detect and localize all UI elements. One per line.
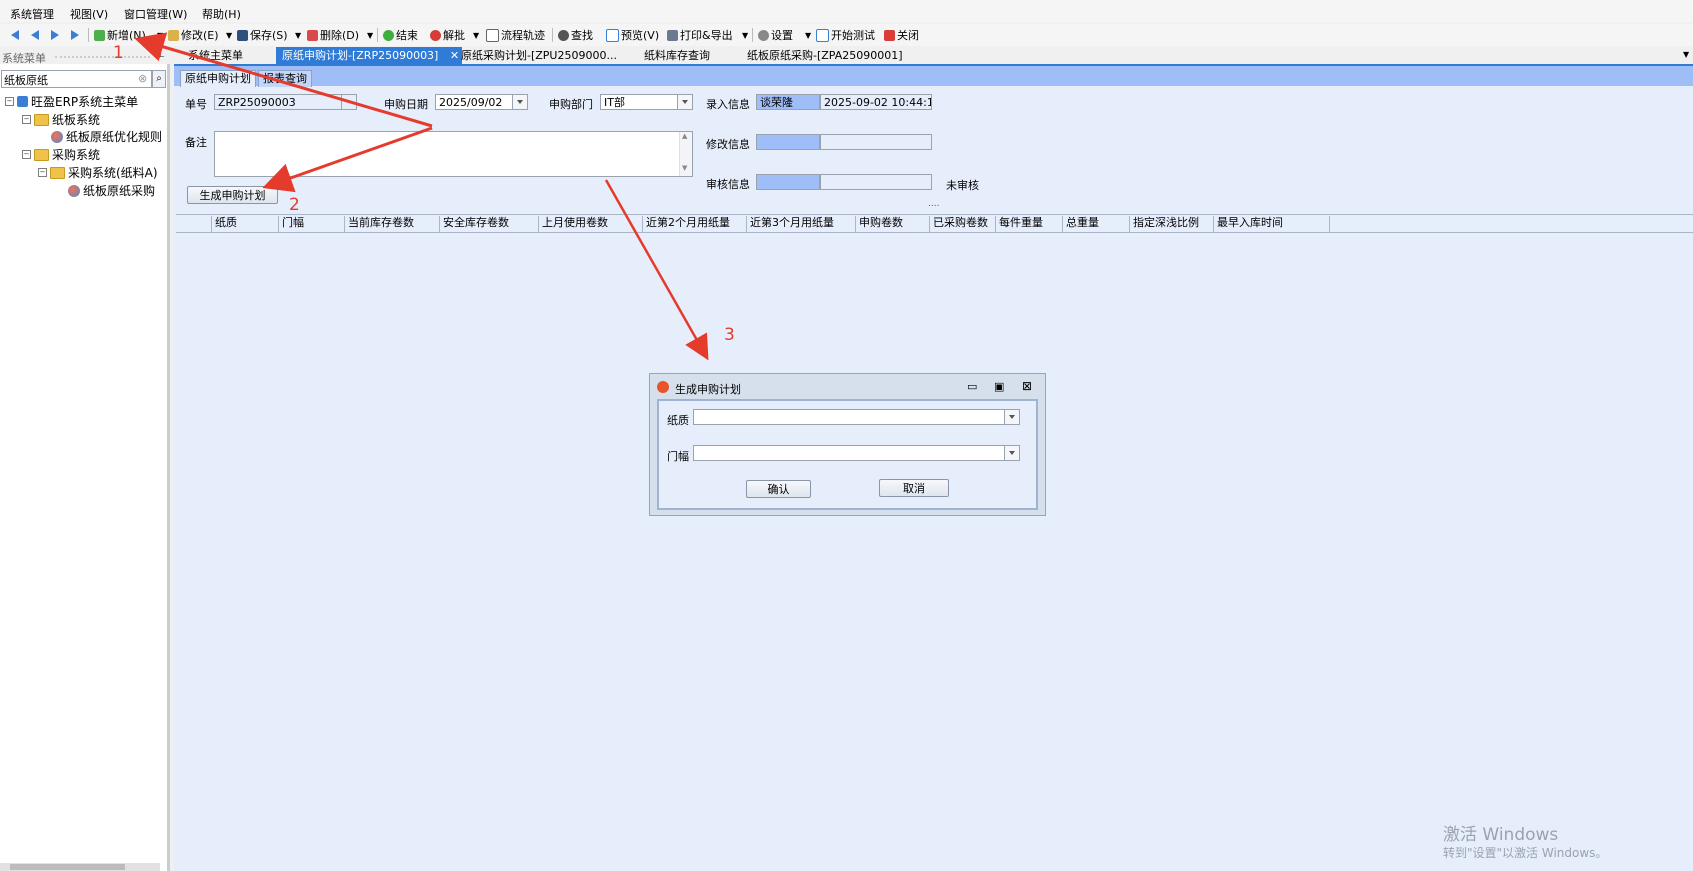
arrow-to-dialog: [604, 179, 709, 361]
annotation-step1: 1: [113, 43, 124, 63]
annotation-step3: 3: [724, 325, 735, 345]
arrow-to-new: [134, 32, 433, 128]
arrow-to-generate: [262, 126, 433, 193]
windows-activation-hint: 转到"设置"以激活 Windows。: [1443, 846, 1608, 860]
annotation-step2: 2: [289, 195, 300, 215]
annotation-arrows: [134, 32, 709, 361]
windows-activation-title: 激活 Windows: [1443, 825, 1559, 845]
